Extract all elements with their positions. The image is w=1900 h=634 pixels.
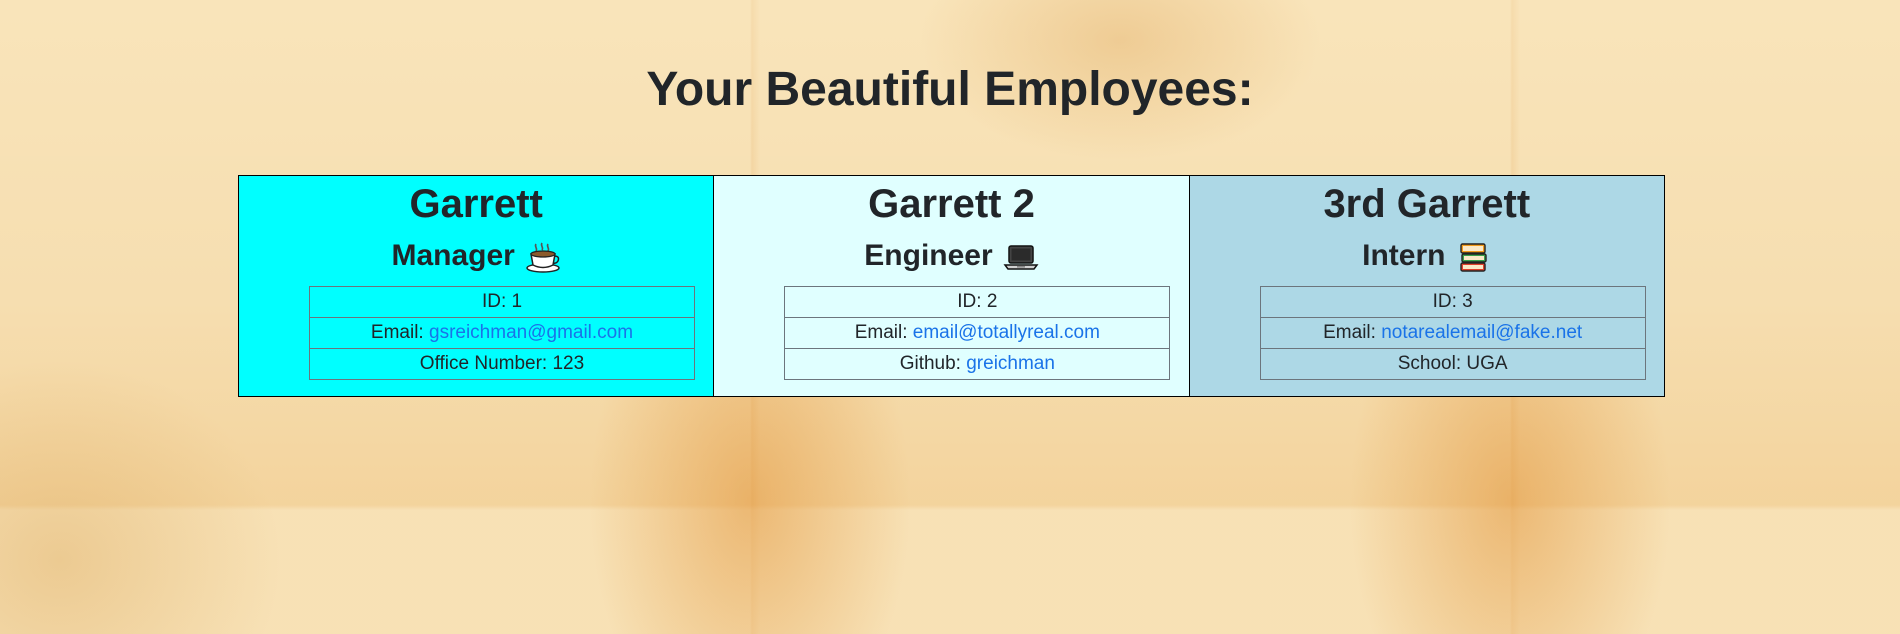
employee-card-manager: Garrett Manager ID: 1 Email: gsreichman@… (238, 175, 715, 397)
employee-email-cell: Email: notarealemail@fake.net (1259, 317, 1646, 349)
email-link[interactable]: gsreichman@gmail.com (429, 322, 633, 343)
employee-card-engineer: Garrett 2 Engineer ID: 2 Email: email@to… (713, 175, 1190, 397)
employee-role: Engineer (714, 232, 1188, 280)
employee-details: ID: 3 Email: notarealemail@fake.net Scho… (1259, 286, 1646, 380)
employee-role-label: Engineer (864, 239, 993, 272)
page-title: Your Beautiful Employees: (646, 63, 1254, 116)
employee-role-label: Manager (391, 239, 515, 272)
detail-row-office: Office Number: 123 (309, 348, 695, 380)
employee-role-label: Intern (1362, 239, 1446, 272)
employee-role: Manager (239, 232, 713, 280)
coffee-cup-icon (525, 240, 561, 273)
employee-id: ID: 1 (309, 286, 695, 318)
email-label: Email: (370, 322, 424, 343)
employee-details: ID: 2 Email: email@totallyreal.com Githu… (784, 286, 1171, 380)
github-cell: Github: greichman (784, 348, 1171, 380)
detail-row-email: Email: gsreichman@gmail.com (309, 317, 695, 349)
detail-row-github: Github: greichman (784, 348, 1171, 380)
detail-row-email: Email: email@totallyreal.com (784, 317, 1171, 349)
email-label: Email: (854, 322, 908, 343)
employee-email-cell: Email: email@totallyreal.com (784, 317, 1171, 349)
github-link[interactable]: greichman (966, 353, 1055, 374)
office-number: Office Number: 123 (309, 348, 695, 380)
employee-cards: Garrett Manager ID: 1 Email: gsreichman@… (238, 175, 1665, 397)
github-label: Github: (899, 353, 961, 374)
detail-row-id: ID: 1 (309, 286, 695, 318)
detail-row-email: Email: notarealemail@fake.net (1259, 317, 1646, 349)
employee-name: Garrett (409, 182, 543, 226)
detail-row-school: School: UGA (1259, 348, 1646, 380)
email-link[interactable]: email@totallyreal.com (913, 322, 1100, 343)
employee-details: ID: 1 Email: gsreichman@gmail.com Office… (309, 286, 695, 380)
employee-id: ID: 3 (1259, 286, 1646, 318)
books-icon (1455, 240, 1491, 272)
email-label: Email: (1323, 322, 1376, 343)
laptop-icon (1003, 240, 1039, 272)
school: School: UGA (1259, 348, 1646, 380)
detail-row-id: ID: 3 (1259, 286, 1646, 318)
employee-card-intern: 3rd Garrett Intern ID: 3 Email: notareal… (1188, 175, 1665, 397)
employee-role: Intern (1190, 232, 1664, 280)
detail-row-id: ID: 2 (784, 286, 1171, 318)
employee-id: ID: 2 (784, 286, 1171, 318)
email-link[interactable]: notarealemail@fake.net (1381, 322, 1582, 343)
employee-name: Garrett 2 (868, 182, 1035, 226)
employee-email-cell: Email: gsreichman@gmail.com (309, 317, 695, 349)
employee-name: 3rd Garrett (1323, 182, 1531, 226)
